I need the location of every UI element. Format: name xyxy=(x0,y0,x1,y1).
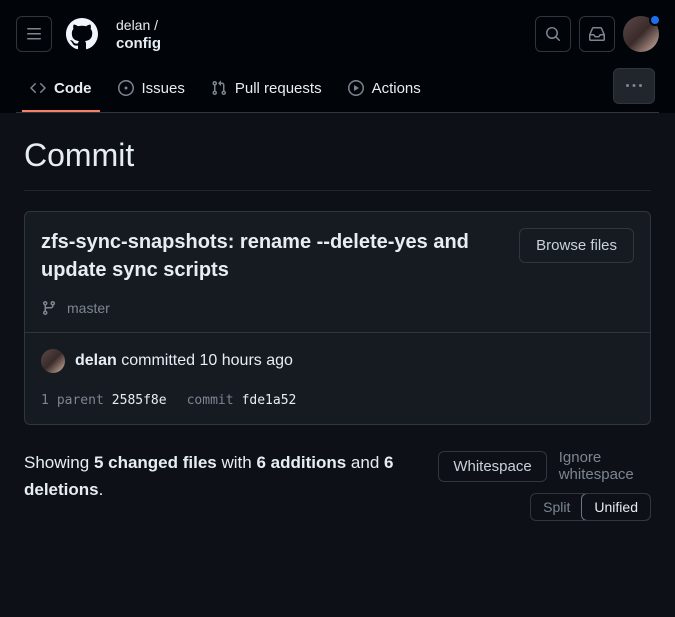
actions-icon xyxy=(348,80,364,96)
inbox-icon xyxy=(589,26,605,42)
repo-owner-link[interactable]: delan / xyxy=(116,17,523,33)
tab-pull-requests[interactable]: Pull requests xyxy=(201,70,332,111)
unified-view-button[interactable]: Unified xyxy=(581,493,651,521)
tab-issues[interactable]: Issues xyxy=(108,70,195,111)
repo-tabs: Code Issues Pull requests Actions xyxy=(16,68,659,113)
commit-time: 10 hours ago xyxy=(200,352,293,369)
repo-name-link[interactable]: config xyxy=(116,35,523,52)
parent-sha-link[interactable]: 2585f8e xyxy=(112,393,167,408)
commit-label: commit xyxy=(187,393,234,408)
branch-name: master xyxy=(67,300,110,316)
hamburger-icon xyxy=(26,26,42,42)
commit-box: zfs-sync-snapshots: rename --delete-yes … xyxy=(24,211,651,425)
commit-action: committed xyxy=(121,352,195,369)
breadcrumb: delan / config xyxy=(116,17,523,52)
branch-icon xyxy=(41,300,57,316)
pull-request-icon xyxy=(211,80,227,96)
commit-title: zfs-sync-snapshots: rename --delete-yes … xyxy=(41,228,503,284)
github-logo[interactable] xyxy=(64,16,100,52)
author-avatar[interactable] xyxy=(41,349,65,373)
browse-files-button[interactable]: Browse files xyxy=(519,228,634,263)
tab-actions[interactable]: Actions xyxy=(338,70,431,111)
author-name-link[interactable]: delan xyxy=(75,352,117,369)
issues-icon xyxy=(118,80,134,96)
tab-code-label: Code xyxy=(54,80,92,97)
split-view-button[interactable]: Split xyxy=(531,494,582,520)
code-icon xyxy=(30,80,46,96)
branch-indicator[interactable]: master xyxy=(41,300,634,316)
notification-dot xyxy=(649,14,661,26)
page-title: Commit xyxy=(24,137,651,191)
tab-actions-label: Actions xyxy=(372,80,421,97)
parent-label: parent xyxy=(57,393,104,408)
kebab-icon xyxy=(626,78,642,94)
whitespace-button[interactable]: Whitespace xyxy=(438,451,546,482)
commit-sha: fde1a52 xyxy=(242,393,297,408)
tab-more-button[interactable] xyxy=(613,68,655,104)
hamburger-menu-button[interactable] xyxy=(16,16,52,52)
diff-summary-text: Showing 5 changed files with 6 additions… xyxy=(24,449,422,503)
inbox-button[interactable] xyxy=(579,16,615,52)
parent-count: 1 xyxy=(41,393,49,408)
ignore-whitespace-label: Ignore whitespace xyxy=(559,449,651,483)
search-button[interactable] xyxy=(535,16,571,52)
tab-code[interactable]: Code xyxy=(20,70,102,111)
diff-view-toggle: Split Unified xyxy=(530,493,651,521)
search-icon xyxy=(545,26,561,42)
tab-issues-label: Issues xyxy=(142,80,185,97)
tab-pulls-label: Pull requests xyxy=(235,80,322,97)
github-icon xyxy=(66,18,98,50)
user-menu[interactable] xyxy=(623,16,659,52)
